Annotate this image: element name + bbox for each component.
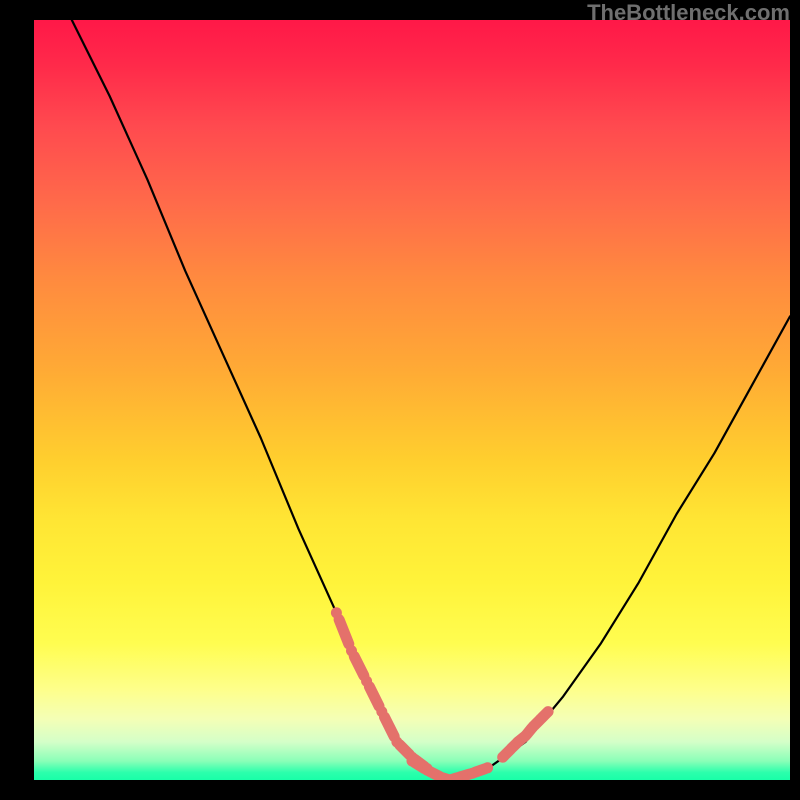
plot-area xyxy=(34,20,790,780)
highlight-dots xyxy=(331,607,554,780)
watermark-text: TheBottleneck.com xyxy=(587,0,790,26)
chart-frame xyxy=(34,20,790,780)
curve-overlay xyxy=(34,20,790,780)
bottleneck-curve xyxy=(72,20,790,780)
